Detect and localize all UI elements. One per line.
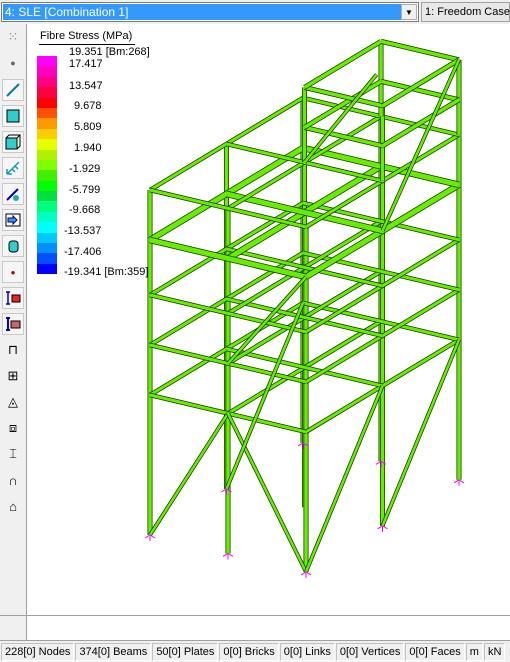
beam-select-icon[interactable] (2, 287, 24, 309)
status-plates: 50[0] Plates (152, 643, 219, 661)
point-icon[interactable]: ● (2, 261, 24, 283)
support-icon (300, 571, 312, 578)
frame-icon[interactable]: ⊓ (2, 339, 24, 361)
beam-property-icon[interactable] (2, 313, 24, 335)
status-bricks: 0[0] Bricks (219, 643, 279, 661)
cylinder-icon[interactable] (2, 235, 24, 257)
status-faces: 0[0] Faces (405, 643, 465, 661)
mesh-icon[interactable]: ◬ (2, 391, 24, 413)
cube-mesh-icon[interactable]: ⧈ (2, 417, 24, 439)
node-icon[interactable]: ● (2, 52, 24, 74)
grid-dots-icon[interactable]: ⁙ (2, 26, 24, 48)
beam[interactable] (226, 412, 308, 573)
support-icon (144, 534, 156, 541)
face-icon[interactable]: ⌂ (2, 495, 24, 517)
status-nodes: 228[0] Nodes (1, 643, 75, 661)
status-length-unit: m (465, 643, 483, 661)
beam[interactable] (225, 302, 305, 490)
combination-select[interactable]: 4: SLE [Combination 1] ▼ (1, 2, 419, 22)
chevron-down-icon[interactable]: ▼ (401, 4, 417, 20)
status-bar: 228[0] Nodes 374[0] Beams 50[0] Plates 0… (0, 640, 510, 662)
beam[interactable] (381, 98, 460, 148)
plate-icon[interactable] (2, 105, 24, 127)
grid-icon[interactable]: ⊞ (2, 365, 24, 387)
beam[interactable] (148, 412, 230, 536)
support-icon (377, 525, 388, 532)
beam-icon[interactable] (2, 79, 24, 101)
arch-icon[interactable]: ∩ (2, 469, 24, 491)
status-beams: 374[0] Beams (75, 643, 152, 661)
load-arrow-icon[interactable] (2, 209, 24, 231)
beam[interactable] (304, 125, 383, 148)
left-toolbar: ⁙ ● ● ⊓ ⊞ ◬ ⧈ ⌶ ∩ ⌂ (0, 24, 27, 615)
support-icon (222, 552, 234, 560)
vertex-icon[interactable] (2, 183, 24, 205)
freedom-case-select[interactable]: 1: Freedom Case (421, 2, 510, 22)
beam[interactable] (381, 339, 461, 527)
link-icon[interactable] (2, 157, 24, 179)
model-viewport[interactable]: Fibre Stress (MPa) 19.351 [Bm:268] 17.417… (27, 24, 510, 615)
status-force-unit: kN (483, 643, 506, 661)
beam[interactable] (380, 39, 460, 62)
support-icon (453, 479, 465, 486)
status-links: 0[0] Links (279, 643, 335, 661)
restraint-icon[interactable]: ⌶ (2, 443, 24, 465)
horizontal-scroll-area[interactable] (0, 615, 510, 641)
top-bar: 4: SLE [Combination 1] ▼ 1: Freedom Case (0, 0, 510, 24)
status-vertices: 0[0] Vertices (335, 643, 405, 661)
corner-box (0, 616, 27, 641)
brick-icon[interactable] (2, 131, 24, 153)
beam[interactable] (304, 385, 384, 573)
structure-model[interactable] (27, 24, 510, 615)
combination-value: 4: SLE [Combination 1] (3, 4, 401, 20)
